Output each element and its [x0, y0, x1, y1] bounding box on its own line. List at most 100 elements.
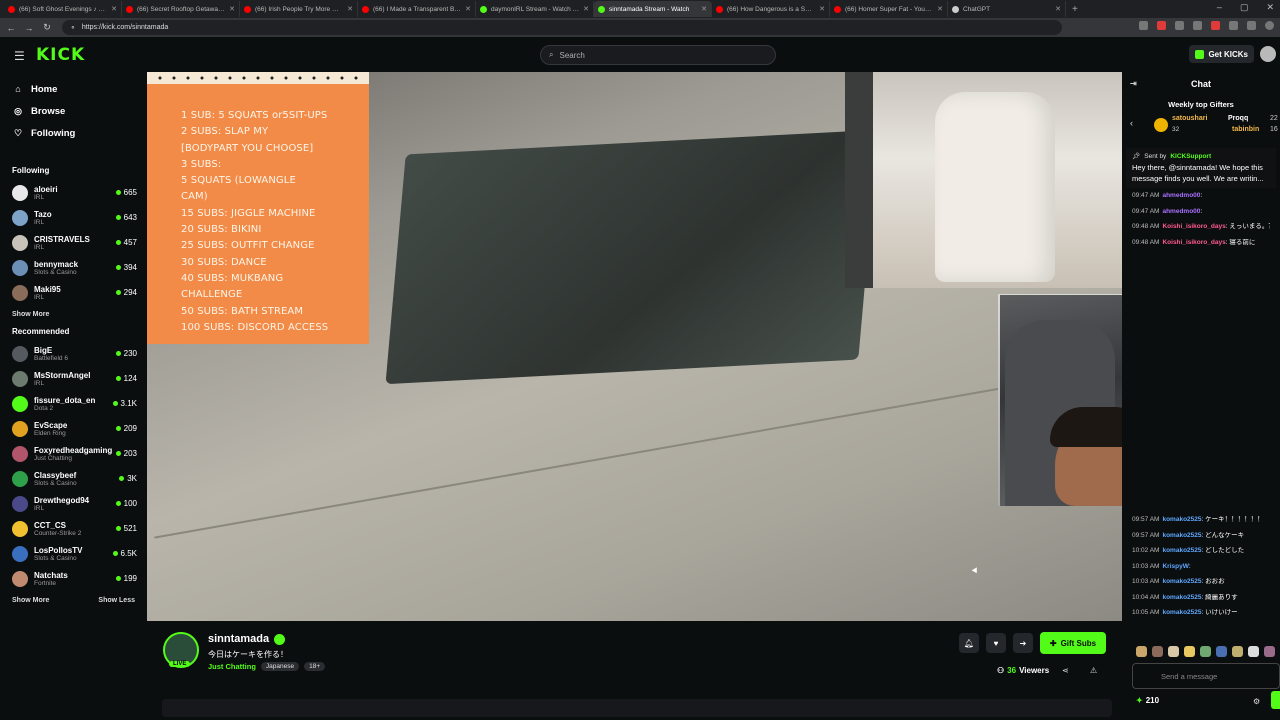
menu-icon[interactable]: ☰: [14, 49, 25, 63]
share-icon[interactable]: ⋖: [1062, 666, 1069, 675]
gift-arrow-icon[interactable]: ➔: [1013, 633, 1033, 653]
avatar[interactable]: [1260, 46, 1276, 62]
emote-icon[interactable]: [1152, 646, 1163, 657]
tab-close-icon[interactable]: ✕: [111, 5, 117, 13]
chat-input[interactable]: Send a message: [1132, 663, 1280, 689]
message-user[interactable]: komako2525: [1162, 547, 1201, 554]
tab-close-icon[interactable]: ✕: [465, 5, 471, 13]
message-user[interactable]: ahmedmo00: [1162, 208, 1200, 215]
back-icon[interactable]: ←: [4, 23, 18, 33]
extension-icon[interactable]: [1229, 21, 1238, 30]
tab-close-icon[interactable]: ✕: [229, 5, 235, 13]
show-less-button[interactable]: Show Less: [98, 597, 135, 604]
sidebar-channel[interactable]: CRISTRAVELS IRL 457: [0, 230, 147, 255]
sidebar-channel[interactable]: MsStormAngel IRL 124: [0, 366, 147, 391]
extension-icon[interactable]: [1193, 21, 1202, 30]
sidebar-channel[interactable]: Drewthegod94 IRL 100: [0, 491, 147, 516]
emote-icon[interactable]: [1136, 646, 1147, 657]
message-user[interactable]: Koishi_isikoro_days: [1162, 239, 1225, 246]
kick-logo[interactable]: KICK: [36, 45, 85, 65]
video-player[interactable]: 1 SUB: 5 SQUATS or5SIT-UPS 2 SUBS: SLAP M…: [147, 72, 1122, 621]
browser-tab[interactable]: (66) I Made a Transparent Boom ✕: [358, 1, 476, 17]
new-tab-icon[interactable]: +: [1066, 4, 1084, 15]
extension-icon[interactable]: [1175, 21, 1184, 30]
sidebar-channel[interactable]: Tazo IRL 643: [0, 205, 147, 230]
emote-icon[interactable]: [1232, 646, 1243, 657]
show-more-button[interactable]: Show More: [12, 311, 49, 318]
reload-icon[interactable]: ↻: [40, 22, 54, 33]
nav-home[interactable]: ⌂ Home: [0, 78, 147, 100]
profile-icon[interactable]: [1265, 21, 1274, 30]
sidebar-channel[interactable]: Classybeef Slots & Casino 3K: [0, 466, 147, 491]
emote-icon[interactable]: [1168, 646, 1179, 657]
nav-following[interactable]: ♡ Following: [0, 122, 147, 144]
chevron-left-icon[interactable]: ‹: [1130, 118, 1133, 128]
emote-icon[interactable]: [1200, 646, 1211, 657]
sidebar-channel[interactable]: bennymack Slots & Casino 394: [0, 255, 147, 280]
minimize-icon[interactable]: –: [1217, 2, 1222, 13]
sidebar-channel[interactable]: Natchats Fortnite 199: [0, 566, 147, 591]
channel-name[interactable]: sinntamada: [208, 633, 269, 645]
get-kicks-button[interactable]: Get KICKs: [1189, 45, 1254, 63]
maximize-icon[interactable]: ▢: [1240, 2, 1249, 13]
browser-tab[interactable]: (66) Soft Ghost Evenings ♪ Lofi I ✕: [4, 1, 122, 17]
channel-points[interactable]: ✦ 210: [1136, 696, 1159, 705]
message-user[interactable]: Koishi_isikoro_days: [1162, 223, 1225, 230]
sidebar-channel[interactable]: Foxyredheadgaming Just Chatting 203: [0, 441, 147, 466]
url-input[interactable]: ⚬ https://kick.com/sinntamada: [62, 20, 1062, 35]
show-more-button[interactable]: Show More: [12, 597, 49, 604]
browser-tab[interactable]: (66) How Dangerous is a Supers ✕: [712, 1, 830, 17]
collapse-chat-icon[interactable]: ⇥: [1130, 79, 1137, 88]
gifter-3-name[interactable]: tabinbin: [1232, 126, 1259, 133]
gear-icon[interactable]: ⚙: [1253, 697, 1260, 706]
tab-close-icon[interactable]: ✕: [819, 5, 825, 13]
emote-icon[interactable]: [1184, 646, 1195, 657]
tab-close-icon[interactable]: ✕: [937, 5, 943, 13]
tag-18plus[interactable]: 18+: [304, 662, 326, 671]
gifter-1-name[interactable]: satoushari: [1172, 115, 1207, 122]
browser-tab[interactable]: sinntamada Stream - Watch ✕: [594, 1, 712, 17]
browser-tab[interactable]: (66) Secret Rooftop Getaway With ✕: [122, 1, 240, 17]
message-user[interactable]: komako2525: [1162, 532, 1201, 539]
tab-close-icon[interactable]: ✕: [1055, 5, 1061, 13]
notification-bell-icon[interactable]: 🔔︎: [959, 633, 979, 653]
tab-close-icon[interactable]: ✕: [347, 5, 353, 13]
pinned-by-user[interactable]: KICKSupport: [1170, 153, 1211, 160]
extension-icon[interactable]: [1211, 21, 1220, 30]
search-input[interactable]: ⌕ Search: [540, 45, 776, 65]
sidebar-channel[interactable]: fissure_dota_en Dota 2 3.1K: [0, 391, 147, 416]
sidebar-channel[interactable]: aloeiri IRL 665: [0, 180, 147, 205]
site-info-icon[interactable]: ⚬: [70, 24, 76, 32]
send-chat-button[interactable]: [1271, 691, 1280, 709]
extension-icon[interactable]: [1247, 21, 1256, 30]
gifter-2-name[interactable]: Proqq: [1228, 115, 1248, 122]
sidebar-channel[interactable]: CCT_CS Counter-Strike 2 521: [0, 516, 147, 541]
message-user[interactable]: komako2525: [1162, 609, 1201, 616]
extension-icon[interactable]: [1139, 21, 1148, 30]
emote-icon[interactable]: [1264, 646, 1275, 657]
close-window-icon[interactable]: ✕: [1266, 2, 1274, 13]
extension-icon[interactable]: [1157, 21, 1166, 30]
sidebar-channel[interactable]: BigE Battlefield 6 230: [0, 341, 147, 366]
emote-icon[interactable]: [1216, 646, 1227, 657]
message-user[interactable]: KrispyW: [1162, 563, 1188, 570]
forward-icon[interactable]: →: [22, 23, 36, 33]
browser-tab[interactable]: (66) Homer Super Fat - YouTube ✕: [830, 1, 948, 17]
emote-icon[interactable]: [1248, 646, 1259, 657]
tag-japanese[interactable]: Japanese: [260, 662, 300, 671]
message-user[interactable]: ahmedmo00: [1162, 192, 1200, 199]
nav-browse[interactable]: ◎ Browse: [0, 100, 147, 122]
sidebar-channel[interactable]: LosPollosTV Slots & Casino 6.5K: [0, 541, 147, 566]
report-icon[interactable]: ⚠: [1090, 666, 1097, 675]
sidebar-channel[interactable]: EvScape Elden Ring 209: [0, 416, 147, 441]
browser-tab[interactable]: daymonIRL Stream - Watch Live o ✕: [476, 1, 594, 17]
browser-tab[interactable]: ChatGPT ✕: [948, 1, 1066, 17]
category-link[interactable]: Just Chatting: [208, 662, 256, 671]
gift-subs-button[interactable]: ✚ Gift Subs: [1040, 632, 1106, 654]
message-user[interactable]: komako2525: [1162, 516, 1201, 523]
tab-close-icon[interactable]: ✕: [583, 5, 589, 13]
sidebar-channel[interactable]: Maki95 IRL 294: [0, 280, 147, 305]
browser-tab[interactable]: (66) Irish People Try More NEW F ✕: [240, 1, 358, 17]
message-user[interactable]: komako2525: [1162, 578, 1201, 585]
follow-heart-icon[interactable]: ♥: [986, 633, 1006, 653]
